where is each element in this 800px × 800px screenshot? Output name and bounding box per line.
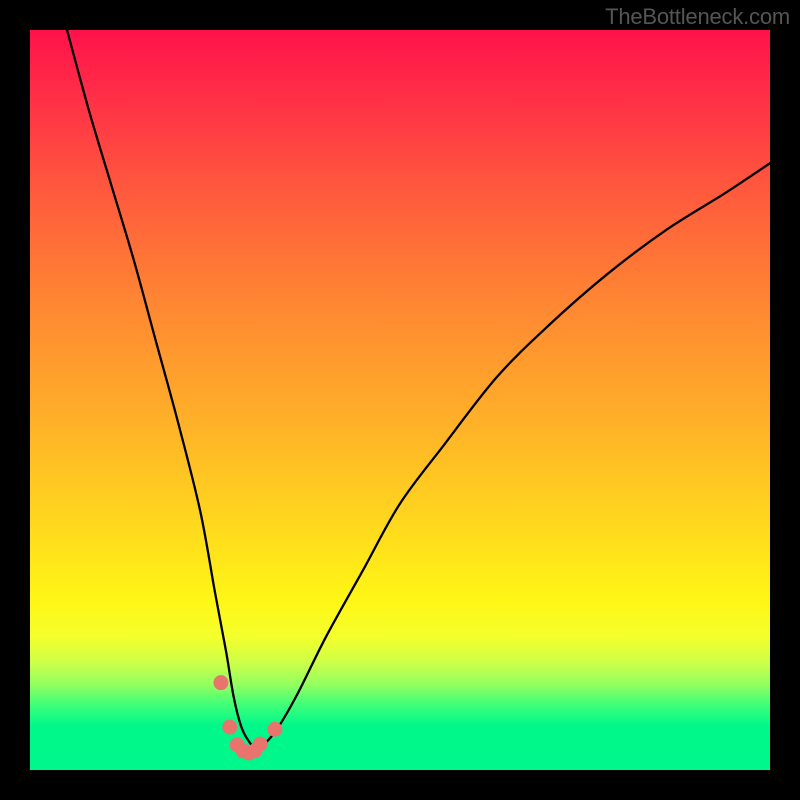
- watermark-text: TheBottleneck.com: [605, 4, 790, 30]
- bottleneck-curve-path: [67, 30, 770, 748]
- plot-area: [30, 30, 770, 770]
- chart-container: TheBottleneck.com: [0, 0, 800, 800]
- marker-dot: [222, 720, 237, 735]
- marker-dot: [253, 737, 268, 752]
- marker-dot: [267, 722, 282, 737]
- curve-svg: [30, 30, 770, 770]
- highlight-markers: [213, 675, 282, 760]
- marker-dot: [213, 675, 228, 690]
